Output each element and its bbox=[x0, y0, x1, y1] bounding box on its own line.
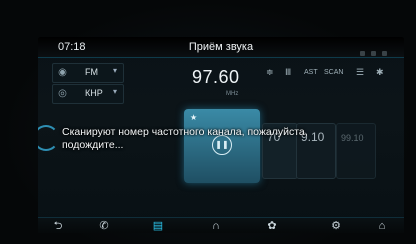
radio-icon: ◎ bbox=[58, 88, 67, 99]
region-label: КНР bbox=[85, 88, 103, 98]
ast-button[interactable]: AST bbox=[304, 69, 318, 76]
antenna-icon: ◉ bbox=[58, 67, 67, 78]
frequency-unit: MHz bbox=[226, 91, 239, 97]
back-icon[interactable]: ⮌ bbox=[50, 219, 66, 233]
star-icon: ★ bbox=[190, 113, 198, 122]
home-icon[interactable]: ⌂ bbox=[374, 219, 390, 233]
frequency-display: 97.60 bbox=[192, 67, 240, 87]
bottom-dock: ⮌ ✆ ▤ ∩ ✿ ⚙ ⌂ bbox=[38, 217, 404, 233]
phone-icon[interactable]: ✆ bbox=[96, 219, 112, 233]
band-selector[interactable]: ◉ FM ▾ bbox=[52, 63, 124, 83]
band-label: FM bbox=[85, 67, 98, 77]
loading-spinner-icon bbox=[38, 125, 59, 151]
signal-button[interactable]: Ⅲ bbox=[285, 67, 291, 78]
radio-icon[interactable]: ▤ bbox=[150, 219, 166, 233]
head-unit-screen: 07:18 Приём звука ◉ FM ▾ ◎ КНР ▾ 97.60 M… bbox=[38, 37, 404, 233]
chevron-down-icon: ▾ bbox=[112, 87, 117, 96]
scan-button[interactable]: SCAN bbox=[324, 69, 343, 76]
scan-status-message: Сканируют номер частотного канала, пожал… bbox=[62, 126, 308, 151]
list-icon[interactable]: ☰ bbox=[356, 67, 364, 78]
gear-icon[interactable]: ⚙ bbox=[328, 219, 344, 233]
status-indicators bbox=[354, 43, 394, 56]
status-bar: 07:18 Приём звука bbox=[38, 37, 404, 58]
chevron-down-icon: ▾ bbox=[112, 66, 117, 75]
bluetooth-icon[interactable]: ✱ bbox=[376, 67, 384, 78]
headphones-icon[interactable]: ∩ bbox=[208, 219, 224, 233]
apps-icon[interactable]: ✿ bbox=[264, 219, 280, 233]
page-title: Приём звука bbox=[188, 41, 254, 53]
eq-button[interactable]: ≑ bbox=[266, 67, 274, 78]
region-selector[interactable]: ◎ КНР ▾ bbox=[52, 84, 124, 104]
